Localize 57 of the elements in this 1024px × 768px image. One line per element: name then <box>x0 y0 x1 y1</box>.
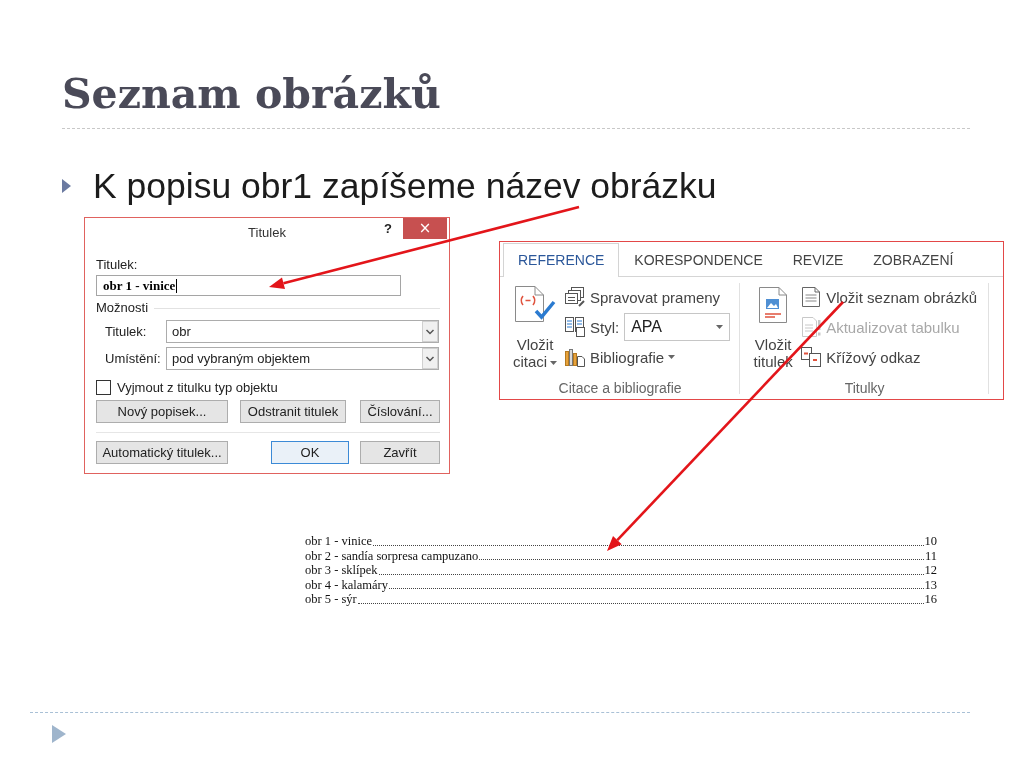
dialog-button[interactable]: Automatický titulek... <box>96 441 228 464</box>
close-button[interactable]: × <box>403 218 447 239</box>
checkbox[interactable] <box>96 380 111 395</box>
ribbon-button[interactable]: Bibliografie <box>565 344 678 370</box>
field-label: Umístění: <box>105 351 161 366</box>
dialog-button[interactable]: Odstranit titulek <box>240 400 346 423</box>
page-number: 12 <box>924 563 937 578</box>
bullet-text: K popisu obr1 zapíšeme název obrázku <box>93 165 717 208</box>
dialog-button[interactable]: Zavřít <box>360 441 440 464</box>
section-heading: Možnosti <box>96 301 149 315</box>
slide-title: Seznam obrázků <box>62 71 441 118</box>
picture-document-icon <box>759 287 788 323</box>
figure-caption: obr 2 - sandía sorpresa campuzano <box>305 548 479 563</box>
figure-caption: obr 1 - vinice <box>305 534 372 549</box>
ribbon-tab[interactable]: ZOBRAZENÍ <box>858 243 969 277</box>
ribbon-tab[interactable]: REFERENCE <box>503 243 620 277</box>
linked-boxes-icon <box>801 347 822 367</box>
text-cursor-icon <box>176 278 178 293</box>
dropdown[interactable]: APA <box>624 313 731 341</box>
page-number: 11 <box>924 548 937 563</box>
ribbon-button[interactable]: Spravovat prameny <box>565 284 723 310</box>
page-number: 10 <box>924 534 937 549</box>
ribbon-tab[interactable]: REVIZE <box>777 243 859 277</box>
figure-caption: obr 3 - sklípek <box>305 563 378 578</box>
bullet-icon <box>62 179 71 193</box>
two-pages-icon <box>565 317 585 337</box>
ribbon-button[interactable]: Vložit citaci <box>510 277 560 370</box>
caret-icon <box>668 355 676 359</box>
document-warning-icon <box>801 317 822 337</box>
dialog-button[interactable]: Číslování... <box>360 400 440 423</box>
checkbox-label[interactable]: Vyjmout z titulku typ objektu <box>117 380 278 395</box>
dialog-button[interactable]: Nový popisek... <box>96 400 228 423</box>
ribbon-tab[interactable]: KORESPONDENCE <box>619 243 778 277</box>
group-label: Titulky <box>844 380 885 396</box>
document-icon <box>801 287 822 307</box>
dialog-button[interactable]: OK <box>271 441 349 464</box>
ribbon-button[interactable]: Vložit seznam obrázků <box>801 284 980 310</box>
dropdown[interactable]: obr <box>166 320 439 343</box>
field-label: Titulek: <box>105 324 147 339</box>
dialog-title: Titulek <box>248 224 286 242</box>
group-label: Citace a bibliografie <box>558 380 682 396</box>
help-button[interactable]: ? <box>377 218 399 239</box>
field-label: Styl: <box>590 318 620 336</box>
ribbon-button[interactable]: Křížový odkaz <box>801 344 923 370</box>
caret-icon <box>550 361 558 366</box>
figure-caption: obr 5 - sýr <box>305 592 357 607</box>
caret-icon <box>716 325 724 329</box>
stacked-pages-icon <box>565 287 585 307</box>
document-check-icon <box>514 285 556 323</box>
triangle-icon <box>52 724 66 743</box>
dropdown[interactable]: pod vybraným objektem <box>166 347 439 370</box>
page-number: 13 <box>924 577 937 592</box>
field-label: Titulek: <box>96 257 138 273</box>
caption-input[interactable]: obr 1 - vinice <box>96 275 401 296</box>
figure-caption: obr 4 - kalamáry <box>305 577 388 592</box>
page-number: 16 <box>924 592 937 607</box>
books-icon <box>565 347 585 367</box>
